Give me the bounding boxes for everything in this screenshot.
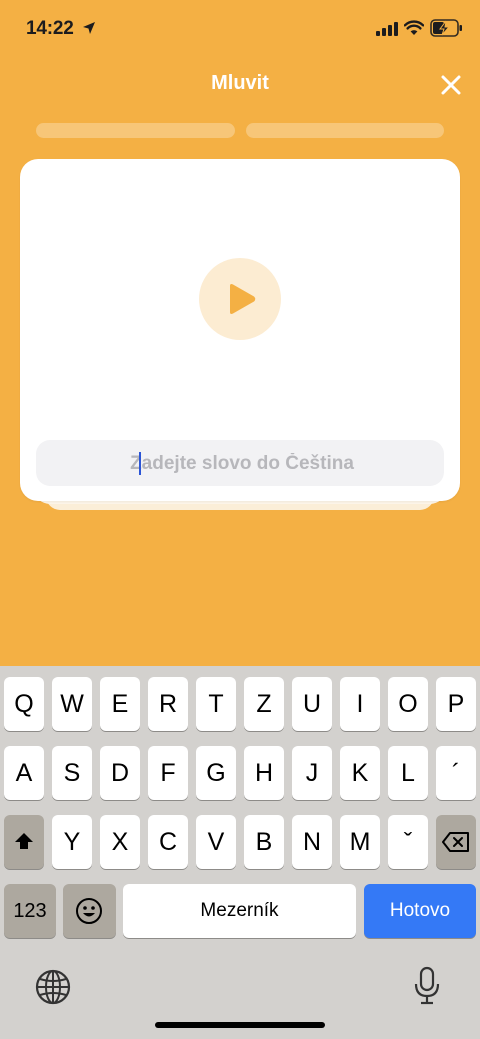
key-4[interactable]: B — [244, 815, 284, 869]
key-6[interactable]: J — [292, 746, 332, 800]
key-5[interactable]: H — [244, 746, 284, 800]
answer-input-box[interactable] — [36, 440, 448, 488]
key-0[interactable]: A — [4, 746, 44, 800]
location-arrow-icon — [83, 22, 95, 34]
done-key[interactable]: Hotovo — [364, 884, 476, 938]
key-1[interactable]: S — [52, 746, 92, 800]
play-audio-button[interactable] — [199, 258, 281, 340]
key-5[interactable]: N — [292, 815, 332, 869]
numbers-key[interactable]: 123 — [4, 884, 56, 938]
key-1[interactable]: X — [100, 815, 140, 869]
key-3[interactable]: R — [148, 677, 188, 731]
key-6[interactable]: M — [340, 815, 380, 869]
backspace-key[interactable] — [436, 815, 476, 869]
key-8[interactable]: L — [388, 746, 428, 800]
key-0[interactable]: Y — [52, 815, 92, 869]
status-bar: 14:22 — [0, 0, 480, 58]
home-indicator — [155, 1022, 325, 1028]
key-3[interactable]: F — [148, 746, 188, 800]
answer-input[interactable] — [36, 440, 448, 488]
key-5[interactable]: Z — [244, 677, 284, 731]
key-1[interactable]: W — [52, 677, 92, 731]
page-title: Mluvit — [211, 72, 269, 94]
shift-key[interactable] — [4, 815, 44, 869]
play-icon — [230, 284, 256, 314]
key-0[interactable]: Q — [4, 677, 44, 731]
key-2[interactable]: D — [100, 746, 140, 800]
close-icon[interactable] — [436, 70, 466, 100]
progress-bar — [36, 123, 235, 138]
exercise-card — [20, 159, 460, 501]
space-key[interactable]: Mezerník — [123, 884, 356, 938]
key-4[interactable]: T — [196, 677, 236, 731]
key-6[interactable]: U — [292, 677, 332, 731]
emoji-key[interactable] — [63, 884, 116, 938]
microphone-icon[interactable] — [414, 966, 440, 1006]
key-4[interactable]: G — [196, 746, 236, 800]
shift-icon — [15, 833, 33, 849]
wifi-icon — [404, 20, 424, 35]
globe-icon[interactable] — [34, 968, 72, 1006]
key-2[interactable]: C — [148, 815, 188, 869]
text-caret — [139, 452, 141, 475]
cellular-signal-icon — [376, 22, 398, 36]
key-9[interactable]: ´ — [436, 746, 476, 800]
progress-bar — [246, 123, 444, 138]
key-7[interactable]: I — [340, 677, 380, 731]
key-8[interactable]: O — [388, 677, 428, 731]
key-7[interactable]: K — [340, 746, 380, 800]
key-2[interactable]: E — [100, 677, 140, 731]
key-9[interactable]: P — [436, 677, 476, 731]
emoji-icon — [76, 898, 102, 924]
key-7[interactable]: ˇ — [388, 815, 428, 869]
battery-charging-icon — [430, 19, 462, 37]
backspace-icon — [442, 832, 469, 852]
key-3[interactable]: V — [196, 815, 236, 869]
status-time: 14:22 — [26, 18, 74, 39]
